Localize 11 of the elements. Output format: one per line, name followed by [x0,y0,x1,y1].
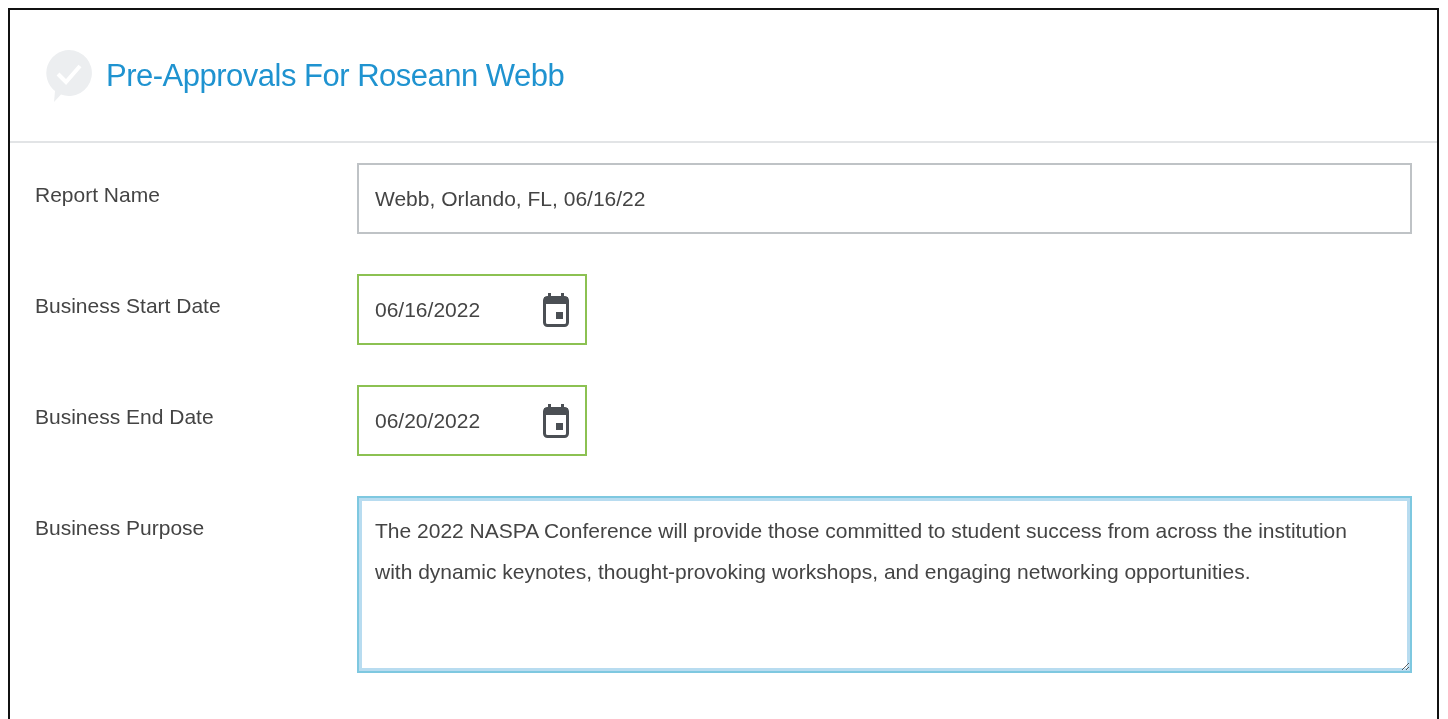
field-label: Business Start Date [35,293,221,318]
field-label: Report Name [35,182,160,207]
page-title: Pre-Approvals For Roseann Webb [106,57,565,94]
field-label: Business Purpose [35,515,205,540]
date-field[interactable]: 06/20/2022 [357,385,587,456]
text-field[interactable]: Webb, Orlando, FL, 06/16/22 [357,163,1412,234]
calendar-icon[interactable] [543,292,569,327]
date-field[interactable]: 06/16/2022 [357,274,587,345]
field-label: Business End Date [35,404,214,429]
calendar-icon[interactable] [543,403,569,438]
text-area[interactable]: The 2022 NASPA Conference will provide those committed to student success from across the institution with dynamic keynotes, thought-provoking workshops, and engaging networking opportunities. [357,496,1412,673]
